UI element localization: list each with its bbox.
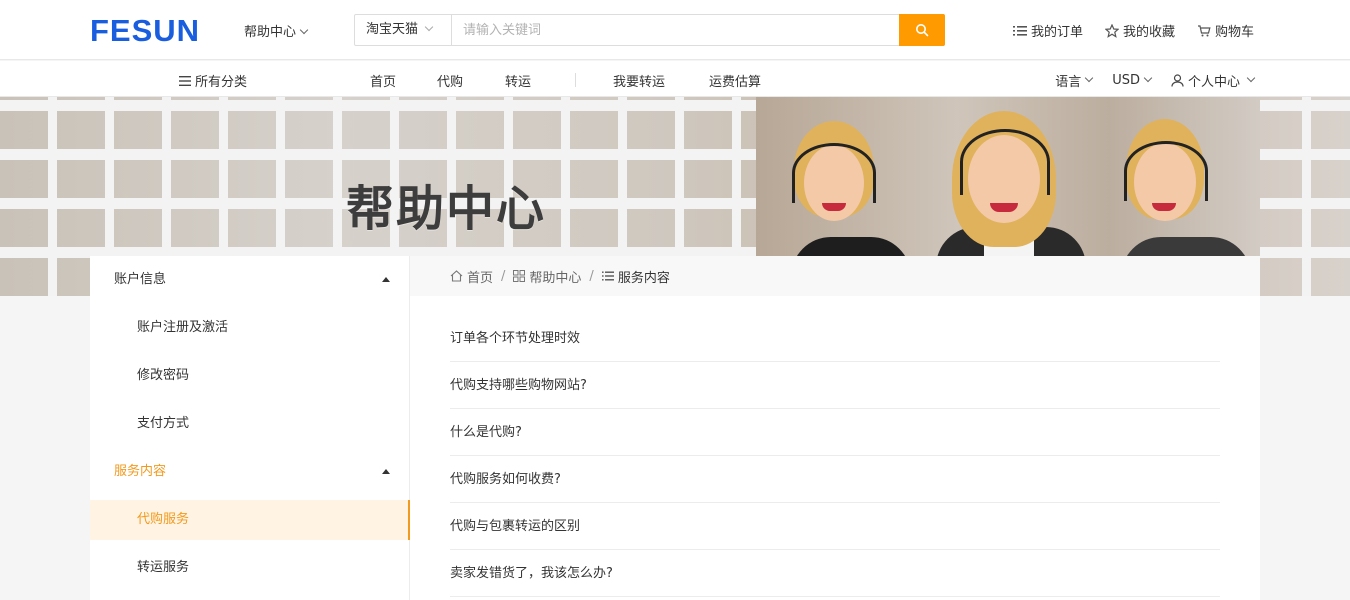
breadcrumb-current: 服务内容 (601, 267, 670, 286)
currency-dropdown[interactable]: USD (1112, 71, 1153, 90)
faq-item[interactable]: 代购支持哪些购物网站? (450, 362, 1220, 409)
cart-link[interactable]: 购物车 (1197, 21, 1254, 40)
main-nav: 所有分类 首页 代购 转运 我要转运 运费估算 语言 USD 个人中心 (0, 61, 1350, 97)
sidebar-item-forwarding-service[interactable]: 转运服务 (90, 548, 410, 588)
faq-item[interactable]: 代购服务如何收费? (450, 456, 1220, 503)
help-content: 首页 / 帮助中心 / 服务内容 订单各个环节处理时效 代购支持哪些购物网站? … (410, 256, 1260, 600)
sidebar-item-purchasing-service[interactable]: 代购服务 (90, 500, 410, 540)
nav-right-group: 语言 USD 个人中心 (1055, 71, 1256, 90)
chevron-down-icon (1143, 73, 1153, 82)
sidebar-item-change-password[interactable]: 修改密码 (90, 356, 410, 396)
chevron-down-icon (299, 25, 309, 35)
account-label: 个人中心 (1187, 75, 1240, 90)
banner-title: 帮助中心 (346, 181, 547, 237)
chevron-down-icon (1084, 73, 1094, 82)
star-icon (1104, 23, 1119, 38)
language-label: 语言 (1055, 75, 1082, 90)
breadcrumb-help[interactable]: 帮助中心 (513, 267, 581, 286)
chevron-down-icon (1246, 73, 1256, 82)
my-orders-link[interactable]: 我的订单 (1012, 21, 1083, 40)
account-dropdown[interactable]: 个人中心 (1171, 71, 1256, 90)
chevron-down-icon (424, 22, 434, 32)
search-scope-select[interactable]: 淘宝天猫 (355, 15, 452, 45)
my-favorites-link[interactable]: 我的收藏 (1104, 21, 1175, 40)
cart-label: 购物车 (1214, 25, 1254, 40)
faq-item[interactable]: 订单各个环节处理时效 (450, 315, 1220, 362)
sidebar-item-register[interactable]: 账户注册及激活 (90, 308, 410, 348)
nav-forwarding[interactable]: 转运 (505, 71, 531, 90)
all-categories-label: 所有分类 (195, 75, 248, 90)
caret-up-icon (382, 469, 390, 474)
grid-icon (513, 270, 526, 282)
all-categories-button[interactable]: 所有分类 (179, 71, 247, 90)
sidebar-group-account[interactable]: 账户信息 (90, 260, 410, 300)
help-center-label: 帮助中心 (244, 25, 297, 40)
language-dropdown[interactable]: 语言 (1055, 71, 1094, 90)
breadcrumb-help-label: 帮助中心 (529, 270, 582, 286)
faq-item[interactable]: 卖家发错货了，我该怎么办? (450, 550, 1220, 597)
breadcrumb-home[interactable]: 首页 (450, 267, 493, 286)
nav-ship-request[interactable]: 我要转运 (613, 71, 665, 90)
top-links: 我的订单 我的收藏 购物车 (1012, 21, 1254, 40)
my-favorites-label: 我的收藏 (1122, 25, 1175, 40)
faq-item[interactable]: 什么是代购? (450, 409, 1220, 456)
search-bar: 淘宝天猫 (354, 14, 945, 46)
help-sidebar: 账户信息 账户注册及激活 修改密码 支付方式 服务内容 代购服务 转运服务 (90, 256, 410, 600)
breadcrumb-separator: / (589, 268, 594, 284)
caret-up-icon (382, 277, 390, 282)
search-input[interactable] (452, 15, 899, 45)
nav-divider (575, 73, 576, 87)
sidebar-group-label: 账户信息 (114, 272, 167, 287)
home-icon (450, 270, 463, 282)
menu-icon (179, 75, 191, 86)
help-center-dropdown[interactable]: 帮助中心 (244, 21, 309, 40)
list-icon (1012, 25, 1027, 36)
cart-icon (1197, 24, 1211, 36)
currency-label: USD (1112, 73, 1140, 88)
top-header: FESUN 帮助中心 淘宝天猫 我的订单 我的收藏 购物车 (0, 0, 1350, 60)
faq-item[interactable]: 代购与包裹转运的区别 (450, 503, 1220, 550)
sidebar-item-payment[interactable]: 支付方式 (90, 404, 410, 444)
search-icon (916, 24, 929, 37)
search-button[interactable] (899, 14, 945, 46)
breadcrumb-home-label: 首页 (467, 270, 494, 286)
breadcrumb: 首页 / 帮助中心 / 服务内容 (410, 256, 1260, 296)
search-scope-label: 淘宝天猫 (366, 22, 419, 37)
user-icon (1171, 74, 1184, 87)
sidebar-group-services[interactable]: 服务内容 (90, 452, 410, 492)
nav-shipping-estimate[interactable]: 运费估算 (709, 71, 761, 90)
site-logo[interactable]: FESUN (90, 13, 200, 49)
nav-home[interactable]: 首页 (370, 71, 396, 90)
breadcrumb-separator: / (501, 268, 506, 284)
nav-purchasing[interactable]: 代购 (437, 71, 463, 90)
breadcrumb-current-label: 服务内容 (617, 270, 670, 286)
list-icon (601, 271, 614, 281)
sidebar-group-label: 服务内容 (114, 464, 167, 479)
my-orders-label: 我的订单 (1030, 25, 1083, 40)
